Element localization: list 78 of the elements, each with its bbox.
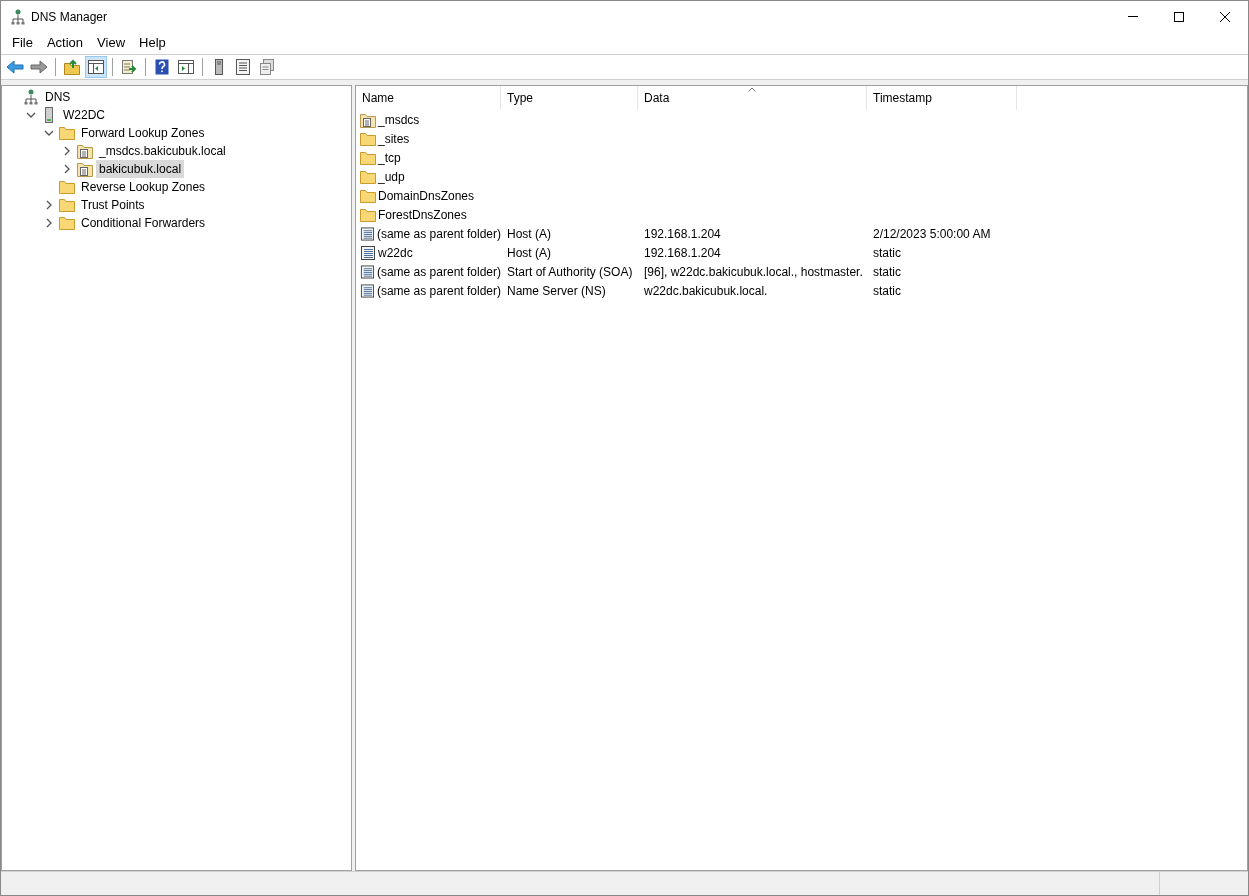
tree-item[interactable]: Conditional Forwarders <box>78 214 209 232</box>
table-cell-text: static <box>873 244 901 262</box>
panel-icon <box>178 60 194 74</box>
zone-file-icon <box>77 143 93 159</box>
record-icon <box>360 282 375 299</box>
list-icon <box>236 59 250 75</box>
folder-icon <box>360 150 376 165</box>
folder-icon <box>360 131 376 146</box>
folder-icon <box>360 207 376 222</box>
record-icon <box>360 225 375 242</box>
table-cell[interactable]: (same as parent folder) <box>376 281 501 300</box>
help-icon <box>155 59 169 75</box>
table-cell-text: Host (A) <box>507 244 551 262</box>
menu-item[interactable]: Action <box>39 33 91 53</box>
chevron-right-icon[interactable] <box>64 146 70 156</box>
table-cell[interactable]: _sites <box>378 129 410 148</box>
column-header[interactable]: Type <box>501 86 638 110</box>
zone-file-icon <box>77 161 93 177</box>
tree-item[interactable]: Trust Points <box>78 196 148 214</box>
column-header[interactable]: Name <box>356 86 501 110</box>
table-cell-text: static <box>873 263 901 281</box>
table-cell[interactable]: w22dc <box>378 243 413 262</box>
menu-item[interactable]: Help <box>132 33 173 53</box>
table-cell[interactable]: ForestDnsZones <box>378 205 467 224</box>
folder-icon <box>59 216 75 230</box>
copy-icon <box>259 59 275 75</box>
network-icon <box>24 89 38 105</box>
table-cell[interactable]: (same as parent folder) <box>376 262 501 281</box>
server-icon <box>44 107 54 123</box>
table-cell-text: 192.168.1.204 <box>644 225 721 243</box>
tree-item[interactable]: DNS <box>42 88 74 106</box>
folder-icon <box>59 198 75 212</box>
folder-icon <box>59 126 75 140</box>
tree-item[interactable]: Forward Lookup Zones <box>78 124 208 142</box>
export-list-icon <box>121 59 137 75</box>
chevron-right-icon[interactable] <box>46 218 52 228</box>
table-cell-text: 2/12/2023 5:00:00 AM <box>873 225 991 243</box>
folder-icon <box>59 180 75 194</box>
table-cell-text: [96], w22dc.bakicubuk.local., hostmaster. <box>644 263 863 281</box>
table-cell[interactable]: _udp <box>378 167 405 186</box>
table-cell-text: w22dc.bakicubuk.local. <box>644 282 768 300</box>
zone-file-icon <box>360 111 376 128</box>
table-cell[interactable]: DomainDnsZones <box>378 186 475 205</box>
table-cell-text: 192.168.1.204 <box>644 244 721 262</box>
server-icon <box>215 59 223 75</box>
chevron-down-icon[interactable] <box>26 112 36 118</box>
tree-item[interactable]: bakicubuk.local <box>96 160 185 178</box>
maximize-icon <box>1174 11 1184 22</box>
table-cell-text: static <box>873 282 901 300</box>
chevron-right-icon[interactable] <box>46 200 52 210</box>
table-cell-text: Start of Authority (SOA) <box>507 263 633 281</box>
menu-item[interactable]: File <box>5 33 40 53</box>
folder-icon <box>360 169 376 184</box>
network-icon <box>11 8 25 25</box>
chevron-right-icon[interactable] <box>64 164 70 174</box>
forward-arrow-icon <box>30 60 48 74</box>
toolbar-button[interactable] <box>85 56 107 78</box>
minimize-icon <box>1128 16 1138 17</box>
folder-up-icon <box>64 59 80 75</box>
table-cell[interactable]: _tcp <box>378 148 401 167</box>
tree-item[interactable]: W22DC <box>60 106 108 124</box>
chevron-down-icon[interactable] <box>44 130 54 136</box>
tree-item[interactable]: Reverse Lookup Zones <box>78 178 209 196</box>
column-header[interactable]: Data <box>638 86 867 110</box>
table-cell-text: Name Server (NS) <box>507 282 606 300</box>
close-icon <box>1220 11 1230 22</box>
pane-icon <box>88 60 104 74</box>
tree-item[interactable]: _msdcs.bakicubuk.local <box>96 142 229 160</box>
window-title: DNS Manager <box>31 8 108 26</box>
menu-item[interactable]: View <box>90 33 133 53</box>
record-icon <box>360 263 375 280</box>
table-cell[interactable]: (same as parent folder) <box>376 224 501 243</box>
column-header[interactable]: Timestamp <box>867 86 1017 110</box>
table-cell[interactable]: _msdcs <box>378 110 420 129</box>
record-icon <box>360 244 376 261</box>
folder-icon <box>360 188 376 203</box>
table-cell-text: Host (A) <box>507 225 551 243</box>
back-arrow-icon <box>6 60 24 74</box>
